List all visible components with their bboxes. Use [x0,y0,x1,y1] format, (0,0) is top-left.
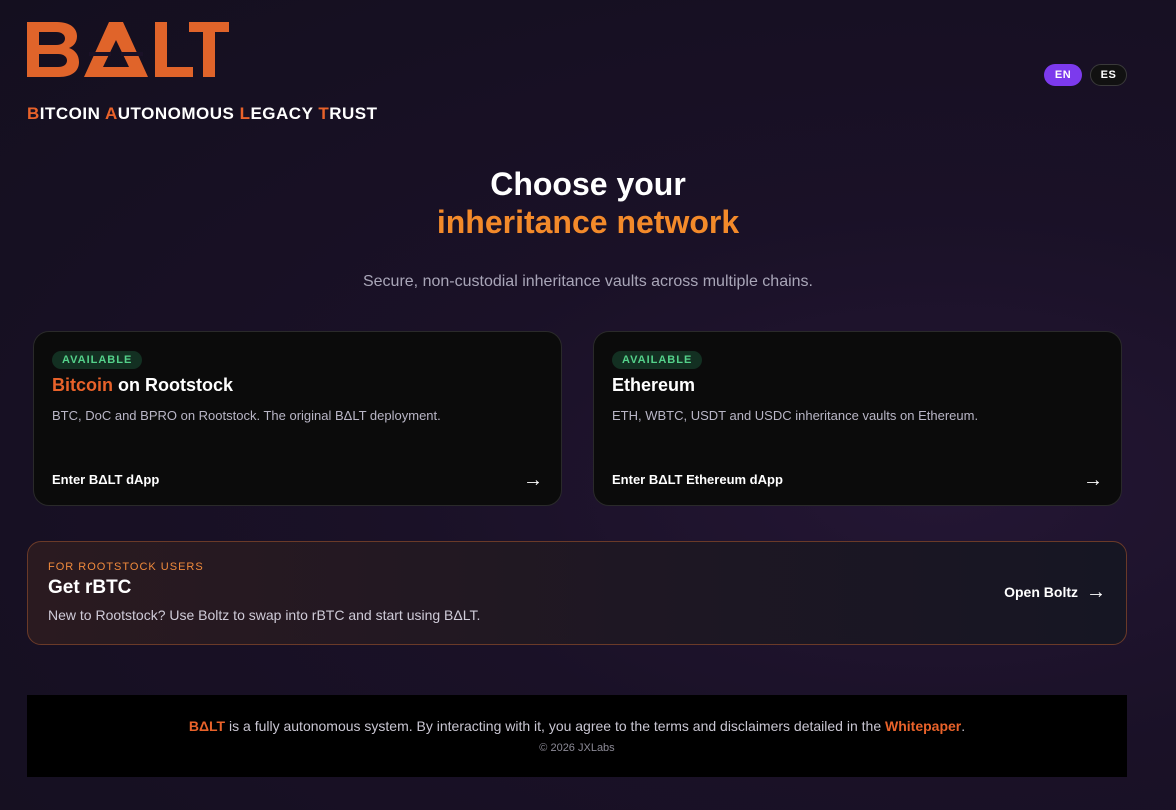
card-description: ETH, WBTC, USDT and USDC inheritance vau… [612,408,979,423]
title-line-2: inheritance network [436,204,740,240]
open-boltz-link[interactable]: Open Boltz → [1004,581,1106,603]
card-description: BTC, DoC and BPRO on Rootstock. The orig… [52,408,441,423]
whitepaper-link[interactable]: Whitepaper [885,718,961,734]
footer-brand: BΔLT [188,718,226,734]
cta-label: Enter BΔLT dApp [52,472,160,487]
open-boltz-label: Open Boltz [1004,584,1078,600]
get-rbtc-banner: FOR ROOTSTOCK USERS Get rBTC New to Root… [27,541,1127,645]
balt-logo [27,22,229,78]
arrow-right-icon: → [1083,468,1103,491]
footer: BΔLT is a fully autonomous system. By in… [27,695,1127,777]
enter-dapp-link[interactable]: Enter BΔLT dApp → [52,468,543,491]
page-title: Choose your inheritance network [0,165,1176,241]
language-button-es[interactable]: ES [1090,64,1127,86]
hero-section: Choose your inheritance network Secure, … [0,165,1176,291]
footer-copyright: © 2026 JXLabs [539,742,615,754]
hero-subtitle: Secure, non-custodial inheritance vaults… [362,273,813,290]
cta-label: Enter BΔLT Ethereum dApp [612,472,783,487]
status-badge: AVAILABLE [52,351,143,369]
card-title: Bitcoin on Rootstock [52,375,233,395]
banner-description: New to Rootstock? Use Boltz to swap into… [48,607,481,623]
network-card-bitcoin[interactable]: AVAILABLE Bitcoin on Rootstock BTC, DoC … [33,331,562,506]
arrow-right-icon: → [523,468,543,491]
footer-disclaimer: BΔLT is a fully autonomous system. By in… [188,718,966,734]
arrow-right-icon: → [1086,581,1106,603]
brand-tagline: BITCOIN AUTONOMOUS LEGACY TRUST [27,104,378,123]
banner-title: Get rBTC [48,577,132,598]
language-switcher: EN ES [1044,64,1127,86]
banner-kicker: FOR ROOTSTOCK USERS [48,561,204,573]
enter-ethereum-dapp-link[interactable]: Enter BΔLT Ethereum dApp → [612,468,1103,491]
title-line-1: Choose your [490,166,686,202]
network-card-ethereum[interactable]: AVAILABLE Ethereum ETH, WBTC, USDT and U… [593,331,1122,506]
language-button-en[interactable]: EN [1044,64,1082,86]
status-badge: AVAILABLE [612,351,703,369]
card-title: Ethereum [612,375,696,395]
